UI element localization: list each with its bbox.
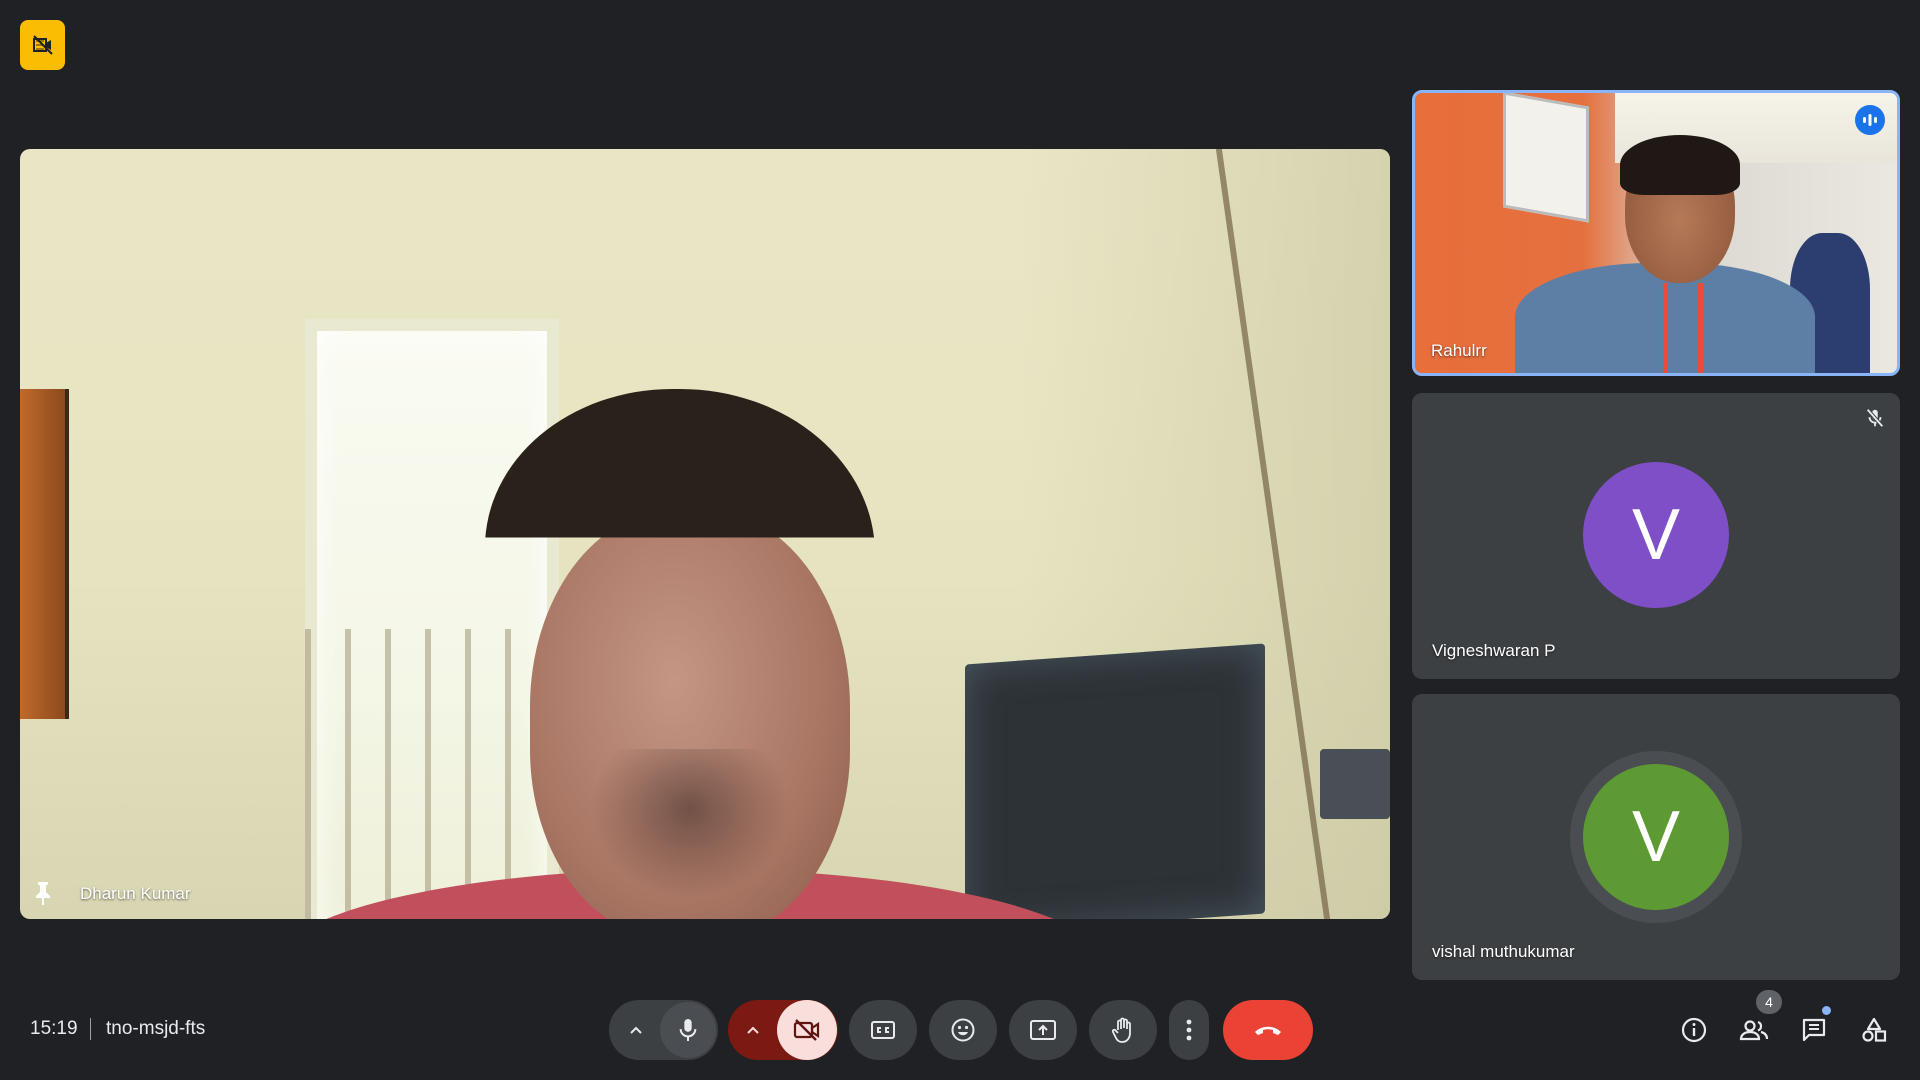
end-call-icon [1253, 1023, 1283, 1037]
present-screen-icon [1029, 1019, 1057, 1041]
chat-notification-dot [1822, 1006, 1831, 1015]
room-monitor [965, 643, 1265, 919]
people-button[interactable] [1738, 1014, 1770, 1046]
avatar: V [1583, 764, 1729, 910]
audio-options-button[interactable] [612, 1025, 660, 1035]
participant-tile-vigneshwaran[interactable]: V Vigneshwaran P [1412, 393, 1900, 679]
meeting-info-button[interactable] [1678, 1014, 1710, 1046]
meeting-code: tno-msjd-fts [106, 1018, 206, 1039]
microphone-icon [677, 1017, 699, 1043]
clock: 15:19 [30, 1018, 78, 1039]
participant-name: Rahulrr [1431, 341, 1487, 360]
more-options-button[interactable] [1169, 1000, 1209, 1060]
activities-button[interactable] [1858, 1014, 1890, 1046]
chevron-up-icon [746, 1025, 760, 1035]
speaking-icon [1855, 105, 1885, 135]
raise-hand-button[interactable] [1089, 1000, 1157, 1060]
participant-tile-rahulrr[interactable]: Rahulrr [1412, 90, 1900, 376]
participant-name: Vigneshwaran P [1432, 641, 1556, 660]
activities-icon [1860, 1016, 1888, 1044]
camera-control-group [728, 1000, 838, 1060]
divider [90, 1018, 91, 1040]
emoji-icon [950, 1017, 976, 1043]
participant-name: vishal muthukumar [1432, 942, 1575, 961]
info-icon [1680, 1016, 1708, 1044]
camera-off-badge [20, 20, 65, 70]
camera-toggle-button[interactable] [777, 1000, 837, 1060]
chat-icon [1800, 1016, 1828, 1044]
pin-icon[interactable] [32, 880, 54, 906]
leave-call-button[interactable] [1223, 1000, 1313, 1060]
captions-button[interactable] [849, 1000, 917, 1060]
microphone-button[interactable] [659, 1002, 716, 1058]
mic-off-icon [1864, 407, 1886, 429]
more-vert-icon [1186, 1019, 1192, 1041]
wall-picture [20, 389, 69, 719]
camera-off-icon [793, 1018, 821, 1042]
present-screen-button[interactable] [1009, 1000, 1077, 1060]
main-participant-name: Dharun Kumar [80, 884, 191, 903]
camera-off-icon [31, 33, 55, 57]
people-count-badge: 4 [1756, 990, 1782, 1014]
chat-button[interactable] [1798, 1014, 1830, 1046]
raise-hand-icon [1111, 1016, 1135, 1044]
people-icon [1739, 1018, 1769, 1042]
avatar: V [1583, 462, 1729, 608]
mic-control-group [609, 1000, 718, 1060]
captions-icon [870, 1020, 896, 1040]
participant-tile-vishal[interactable]: V vishal muthukumar [1412, 694, 1900, 980]
chevron-up-icon [629, 1025, 643, 1035]
reactions-button[interactable] [929, 1000, 997, 1060]
video-options-button[interactable] [729, 1025, 777, 1035]
main-video-tile[interactable] [20, 149, 1390, 919]
